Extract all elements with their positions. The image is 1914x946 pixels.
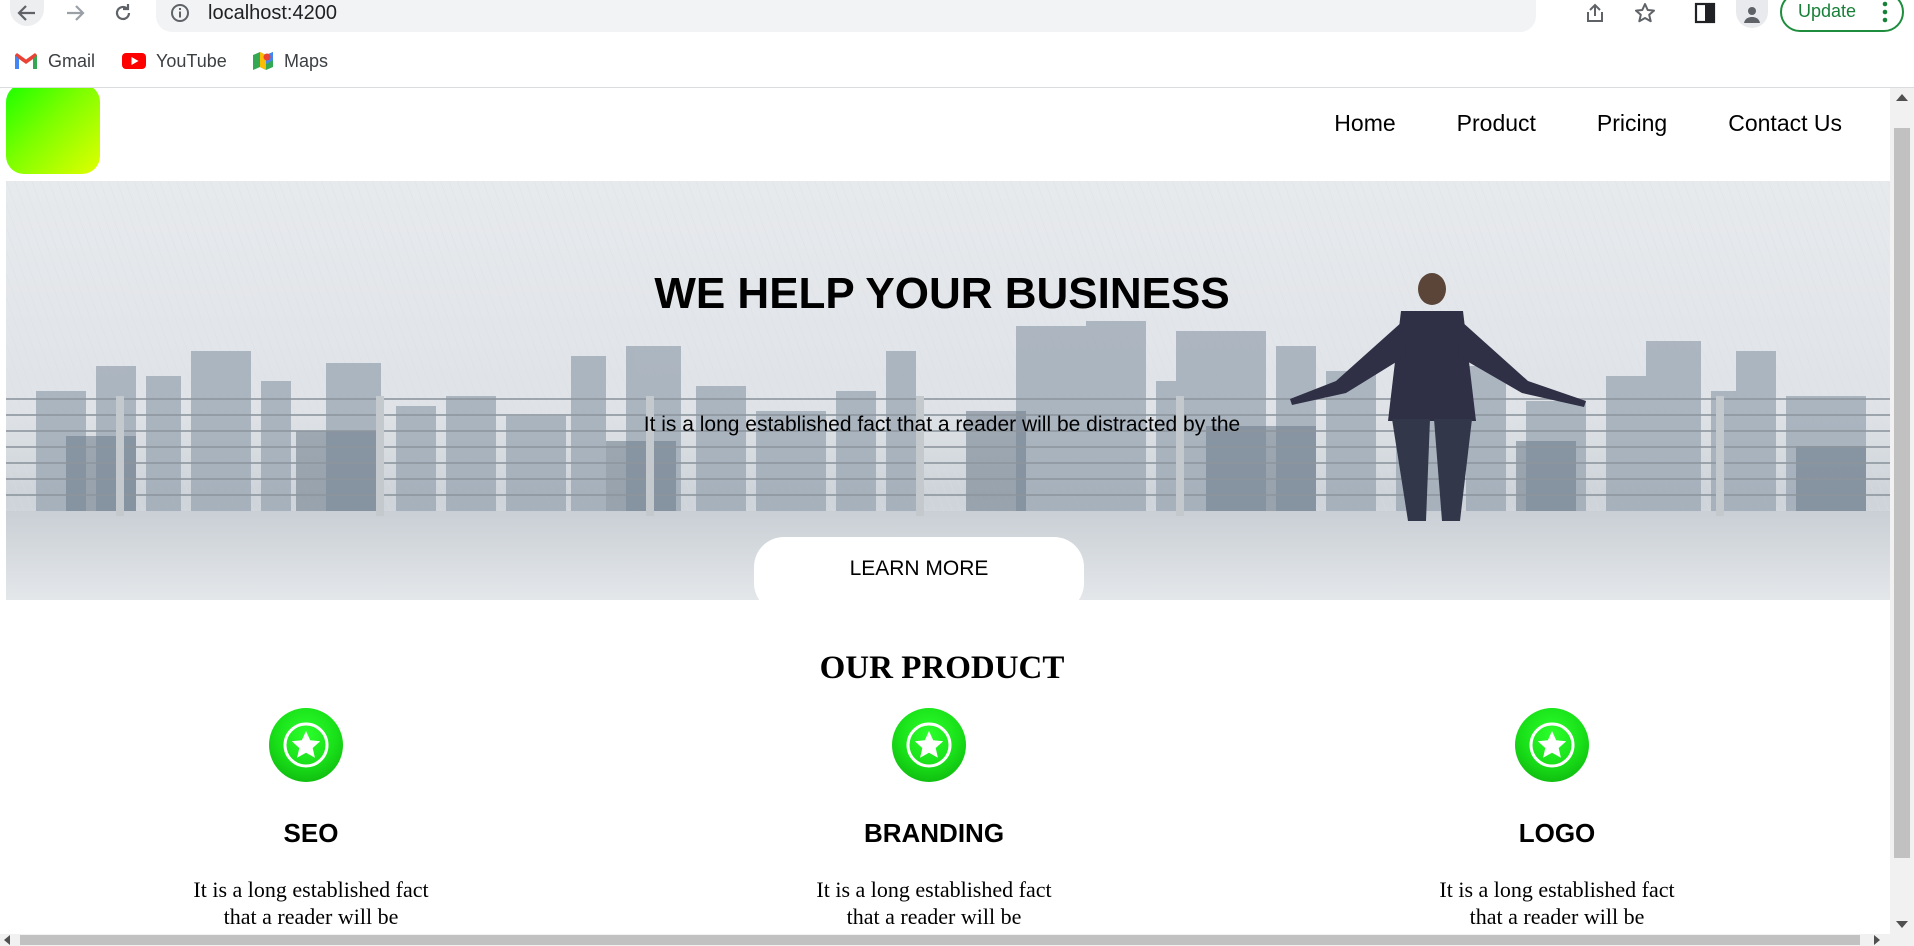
nav-pricing[interactable]: Pricing (1597, 108, 1667, 138)
star-icon (269, 708, 343, 782)
vertical-scroll-thumb[interactable] (1894, 128, 1910, 858)
scroll-left-arrow-icon[interactable] (4, 935, 10, 945)
product-name: BRANDING (863, 818, 1005, 848)
product-description: It is a long established fact that a rea… (734, 876, 1134, 930)
product-desc-line: It is a long established fact (193, 877, 429, 902)
share-icon[interactable] (1584, 2, 1606, 24)
product-desc-line: that a reader will be (846, 904, 1022, 929)
browser-toolbar: localhost:4200 Update (0, 0, 1914, 40)
products-heading: OUR PRODUCT (819, 650, 1065, 686)
bookmark-label: Maps (284, 50, 329, 71)
bookmark-label: YouTube (156, 50, 227, 71)
main-nav: Home Product Pricing Contact Us (1273, 108, 1842, 138)
update-button[interactable]: Update (1780, 0, 1904, 32)
update-label: Update (1798, 1, 1857, 21)
horizontal-scrollbar[interactable] (0, 934, 1914, 946)
reload-button[interactable] (106, 0, 140, 26)
more-vert-icon (1882, 1, 1888, 23)
bookmark-star-icon[interactable] (1634, 2, 1656, 24)
bookmark-gmail[interactable]: Gmail (14, 48, 95, 74)
profile-avatar[interactable] (1736, 0, 1768, 28)
hero-subtitle: It is a long established fact that a rea… (643, 413, 1241, 436)
nav-product[interactable]: Product (1457, 108, 1536, 138)
star-icon (1515, 708, 1589, 782)
bookmarks-bar: Gmail YouTube Maps (0, 40, 1914, 88)
product-description: It is a long established fact that a rea… (111, 876, 511, 930)
star-icon (892, 708, 966, 782)
scroll-down-arrow-icon[interactable] (1896, 921, 1908, 928)
scroll-right-arrow-icon[interactable] (1874, 935, 1880, 945)
vertical-scrollbar[interactable] (1890, 88, 1914, 934)
hero-banner: WE HELP YOUR BUSINESS It is a long estab… (6, 181, 1890, 600)
nav-home[interactable]: Home (1334, 108, 1395, 138)
forward-arrow-icon (67, 5, 85, 21)
back-button[interactable] (10, 0, 44, 26)
learn-more-button[interactable]: LEARN MORE (754, 537, 1084, 600)
url-text[interactable]: localhost:4200 (208, 0, 337, 26)
maps-icon (253, 52, 273, 70)
gmail-icon (15, 53, 37, 69)
site-header: Home Product Pricing Contact Us (6, 88, 1890, 180)
nav-contact-us[interactable]: Contact Us (1728, 108, 1842, 138)
address-bar[interactable]: localhost:4200 (156, 0, 1655, 32)
product-description: It is a long established fact that a rea… (1357, 876, 1757, 930)
bookmark-youtube[interactable]: YouTube (122, 48, 227, 74)
product-desc-line: It is a long established fact (1439, 877, 1675, 902)
person-icon (1744, 7, 1760, 23)
back-arrow-icon (17, 5, 35, 21)
scroll-up-arrow-icon[interactable] (1896, 94, 1908, 101)
bookmark-maps[interactable]: Maps (252, 48, 328, 74)
product-desc-line: that a reader will be (223, 904, 399, 929)
youtube-icon (122, 53, 146, 69)
page-viewport: Home Product Pricing Contact Us WE HELP … (0, 88, 1890, 934)
hero-title: WE HELP YOUR BUSINESS (654, 269, 1230, 318)
product-desc-line: that a reader will be (1469, 904, 1645, 929)
product-name: LOGO (1518, 818, 1596, 848)
bookmark-label: Gmail (48, 50, 96, 71)
site-logo[interactable] (6, 88, 100, 174)
product-name: SEO (283, 818, 339, 848)
info-icon[interactable] (170, 3, 190, 23)
forward-button[interactable] (58, 0, 92, 26)
horizontal-scroll-thumb[interactable] (20, 935, 1860, 945)
reload-icon (115, 4, 131, 21)
product-desc-line: It is a long established fact (816, 877, 1052, 902)
side-panel-icon[interactable] (1694, 2, 1716, 24)
